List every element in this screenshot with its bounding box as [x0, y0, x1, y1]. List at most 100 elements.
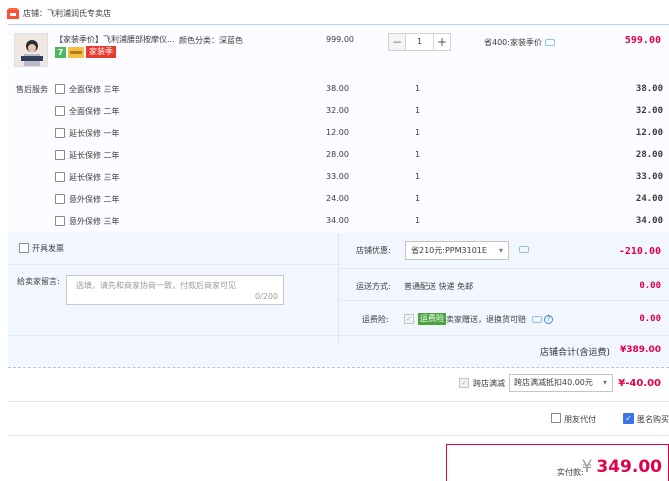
store-total-label: 店铺合计(含运费): [540, 348, 611, 358]
service-row: 意外保修 三年 34.00 1 34.00: [55, 216, 667, 228]
friend-pay-label[interactable]: 朋友代付: [564, 414, 596, 425]
invoice-label[interactable]: 开具发票: [32, 243, 64, 254]
store-coupon-label: 店铺优惠:: [356, 246, 391, 255]
item-unit-price: 999.00: [326, 35, 354, 44]
cross-store-checkbox[interactable]: ✓: [459, 378, 469, 388]
service-qty: 1: [415, 194, 421, 203]
insurance-badge: 运费险: [418, 313, 446, 325]
options-row-divider: [8, 335, 669, 336]
service-total: 24.00: [635, 194, 663, 204]
service-name: 全面保修 三年: [69, 85, 120, 94]
service-qty: 1: [415, 128, 421, 137]
service-checkbox[interactable]: [55, 106, 65, 116]
service-qty: 1: [415, 216, 421, 225]
payment-summary: 实付款: ¥349.00: [446, 444, 669, 481]
currency-symbol: ¥: [581, 457, 593, 477]
service-name: 延长保修 三年: [69, 173, 120, 182]
service-row: 意外保修 二年 24.00 1 24.00: [55, 194, 667, 206]
service-row: 延长保修 三年 33.00 1 33.00: [55, 172, 667, 184]
options-row-divider: [338, 300, 669, 301]
service-checkbox[interactable]: [55, 84, 65, 94]
anonymous-label[interactable]: 匿名购买: [637, 414, 669, 425]
store-icon: [7, 8, 19, 19]
message-char-count: 0/200: [254, 292, 278, 301]
service-total: 34.00: [635, 216, 663, 226]
store-coupon-amount: -210.00: [618, 246, 661, 257]
message-placeholder: 选填，请先和商家协商一致，付款后商家可见: [76, 281, 236, 290]
service-price: 33.00: [326, 172, 349, 181]
service-checkbox[interactable]: [55, 150, 65, 160]
options-divider: [338, 233, 339, 344]
service-checkbox[interactable]: [55, 216, 65, 226]
section-divider: [8, 367, 669, 368]
cross-store-value: 跨店满减抵扣40.00元: [514, 378, 593, 387]
payment-label: 实付款:: [557, 468, 584, 477]
cross-store-label: 跨店满减: [473, 379, 505, 388]
quantity-input[interactable]: 1: [405, 33, 434, 51]
shipping-amount: 0.00: [639, 281, 661, 291]
friend-pay-checkbox[interactable]: [551, 413, 561, 423]
options-row-divider: [338, 268, 669, 269]
section-divider: [8, 401, 669, 402]
service-checkbox[interactable]: [55, 194, 65, 204]
insurance-text: 卖家赠送，退换货可赔 ?: [446, 314, 554, 325]
service-row: 全面保修 二年 32.00 1 32.00: [55, 106, 667, 118]
service-total: 33.00: [635, 172, 663, 182]
item-thumbnail[interactable]: [14, 33, 48, 67]
store-coupon-value: 省210元:PPM3101E: [411, 246, 487, 255]
invoice-checkbox[interactable]: [19, 243, 29, 253]
after-sales-label: 售后服务: [16, 85, 48, 94]
service-qty: 1: [415, 106, 421, 115]
service-row: 延长保修 二年 28.00 1 28.00: [55, 150, 667, 162]
insurance-amount: 0.00: [639, 314, 661, 324]
service-name: 延长保修 一年: [69, 129, 120, 138]
item-title[interactable]: 【家装季价】飞利浦腰部按摩仪...: [55, 35, 175, 45]
service-total: 38.00: [635, 84, 663, 94]
service-price: 24.00: [326, 194, 349, 203]
chevron-down-icon: ▾: [602, 378, 607, 387]
service-name: 延长保修 二年: [69, 151, 120, 160]
seven-day-return-icon: 7: [55, 47, 66, 58]
message-input[interactable]: 选填，请先和商家协商一致，付款后商家可见 0/200: [66, 275, 284, 305]
item-color: 颜色分类：深蓝色: [179, 36, 243, 45]
service-qty: 1: [415, 172, 421, 181]
chat-bubble-icon[interactable]: [544, 39, 555, 46]
chat-bubble-icon[interactable]: [531, 316, 542, 323]
service-price: 12.00: [326, 128, 349, 137]
payment-value: 349.00: [596, 457, 662, 477]
cross-store-select[interactable]: 跨店满减抵扣40.00元 ▾: [509, 374, 613, 392]
service-row: 延长保修 一年 12.00 1 12.00: [55, 128, 667, 140]
section-divider: [8, 435, 669, 436]
insurance-label: 运费险:: [362, 315, 389, 324]
service-price: 34.00: [326, 216, 349, 225]
message-label: 给卖家留言:: [17, 277, 60, 286]
service-name: 意外保修 三年: [69, 217, 120, 226]
quantity-decrease-button[interactable]: −: [388, 33, 406, 51]
credit-card-icon: [68, 47, 84, 58]
help-icon[interactable]: ?: [544, 315, 554, 324]
store-name[interactable]: 店铺：飞利浦润氏专卖店: [23, 8, 111, 19]
service-total: 12.00: [635, 128, 663, 138]
service-price: 38.00: [326, 84, 349, 93]
insurance-checkbox[interactable]: ✓: [404, 314, 414, 324]
payment-amount: ¥349.00: [582, 457, 662, 477]
service-qty: 1: [415, 84, 421, 93]
store-total-amount: ¥389.00: [620, 345, 661, 355]
service-name: 全面保修 二年: [69, 107, 120, 116]
chat-bubble-icon[interactable]: [519, 246, 529, 253]
quantity-increase-button[interactable]: +: [433, 33, 451, 51]
chevron-down-icon: ▾: [498, 246, 503, 255]
item-total: 599.00: [624, 35, 661, 46]
service-row: 全面保修 三年 38.00 1 38.00: [55, 84, 667, 96]
promo-text: 省400:家装季价: [484, 38, 542, 47]
cross-store-amount: ¥-40.00: [618, 378, 661, 389]
service-price: 28.00: [326, 150, 349, 159]
anonymous-checkbox[interactable]: ✓: [623, 413, 634, 424]
store-coupon-select[interactable]: 省210元:PPM3101E ▾: [405, 241, 509, 260]
shipping-method: 普通配送 快递 免邮: [404, 282, 474, 291]
shipping-label: 运送方式:: [356, 282, 391, 291]
service-name: 意外保修 二年: [69, 195, 120, 204]
service-checkbox[interactable]: [55, 128, 65, 138]
service-checkbox[interactable]: [55, 172, 65, 182]
service-total: 32.00: [635, 106, 663, 116]
